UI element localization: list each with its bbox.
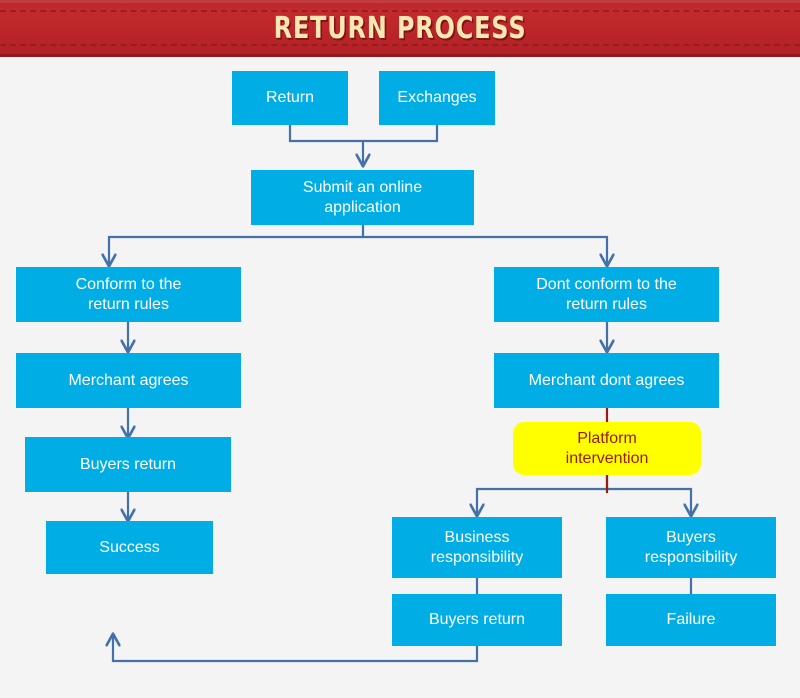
node-submit-application-label-line2: application	[324, 198, 401, 216]
node-dont-conform-label-line1: Dont conform to the	[536, 275, 677, 293]
node-merchant-dont-agrees-label: Merchant dont agrees	[528, 371, 685, 389]
node-failure-label: Failure	[666, 611, 716, 628]
edge-submit-to-dont-conform	[363, 235, 607, 265]
node-success-label: Success	[99, 538, 160, 556]
node-platform-intervention-label-line1: Platform	[577, 429, 637, 447]
node-dont-conform-label-line2: return rules	[566, 295, 647, 313]
node-buyers-responsibility[interactable]: Buyers responsibility	[606, 517, 776, 578]
node-business-responsibility[interactable]: Business responsibility	[392, 517, 562, 578]
node-conform-label-line2: return rules	[88, 295, 169, 313]
node-success[interactable]: Success	[46, 521, 213, 574]
node-return-label: Return	[265, 89, 315, 106]
node-buyers-responsibility-label-line2: responsibility	[644, 548, 738, 566]
node-buyers-return-right-label: Buyers return	[428, 611, 526, 628]
edge-submit-to-conform	[109, 225, 365, 265]
header-banner: RETURN PROCESS	[0, 0, 800, 57]
node-merchant-agrees-label: Merchant agrees	[68, 371, 189, 389]
node-submit-application[interactable]: Submit an online application	[251, 170, 474, 225]
node-failure[interactable]: Failure	[606, 594, 776, 646]
node-buyers-return-left[interactable]: Buyers return	[25, 437, 231, 492]
node-exchanges[interactable]: Exchanges	[379, 71, 495, 125]
edge-top-merge	[288, 125, 439, 143]
flowchart-page: RETURN PROCESS Return Exchanges Submit a…	[0, 0, 800, 698]
node-exchanges-label: Exchanges	[397, 89, 477, 106]
node-submit-application-label-line1: Submit an online	[302, 178, 423, 196]
node-conform-to-return-rules[interactable]: Conform to the return rules	[16, 267, 241, 322]
node-business-responsibility-label-line1: Business	[444, 528, 510, 546]
node-platform-intervention[interactable]: Platform intervention	[513, 422, 701, 475]
edge-platform-to-buyers-resp	[607, 487, 691, 515]
node-buyers-return-right[interactable]: Buyers return	[392, 594, 562, 646]
node-return[interactable]: Return	[232, 71, 348, 125]
node-buyers-responsibility-label-line1: Buyers	[666, 528, 716, 546]
node-business-responsibility-label-line2: responsibility	[430, 548, 524, 566]
flowchart-canvas: Return Exchanges Submit an online applic…	[0, 57, 800, 698]
node-dont-conform-to-return-rules[interactable]: Dont conform to the return rules	[494, 267, 719, 322]
node-conform-label-line1: Conform to the	[75, 275, 182, 293]
page-title: RETURN PROCESS	[273, 11, 527, 46]
node-platform-intervention-label-line2: intervention	[565, 449, 649, 467]
node-buyers-return-left-label: Buyers return	[79, 455, 177, 473]
node-merchant-dont-agrees[interactable]: Merchant dont agrees	[494, 353, 719, 408]
node-merchant-agrees[interactable]: Merchant agrees	[16, 353, 241, 408]
edge-platform-to-business-resp	[477, 475, 609, 515]
